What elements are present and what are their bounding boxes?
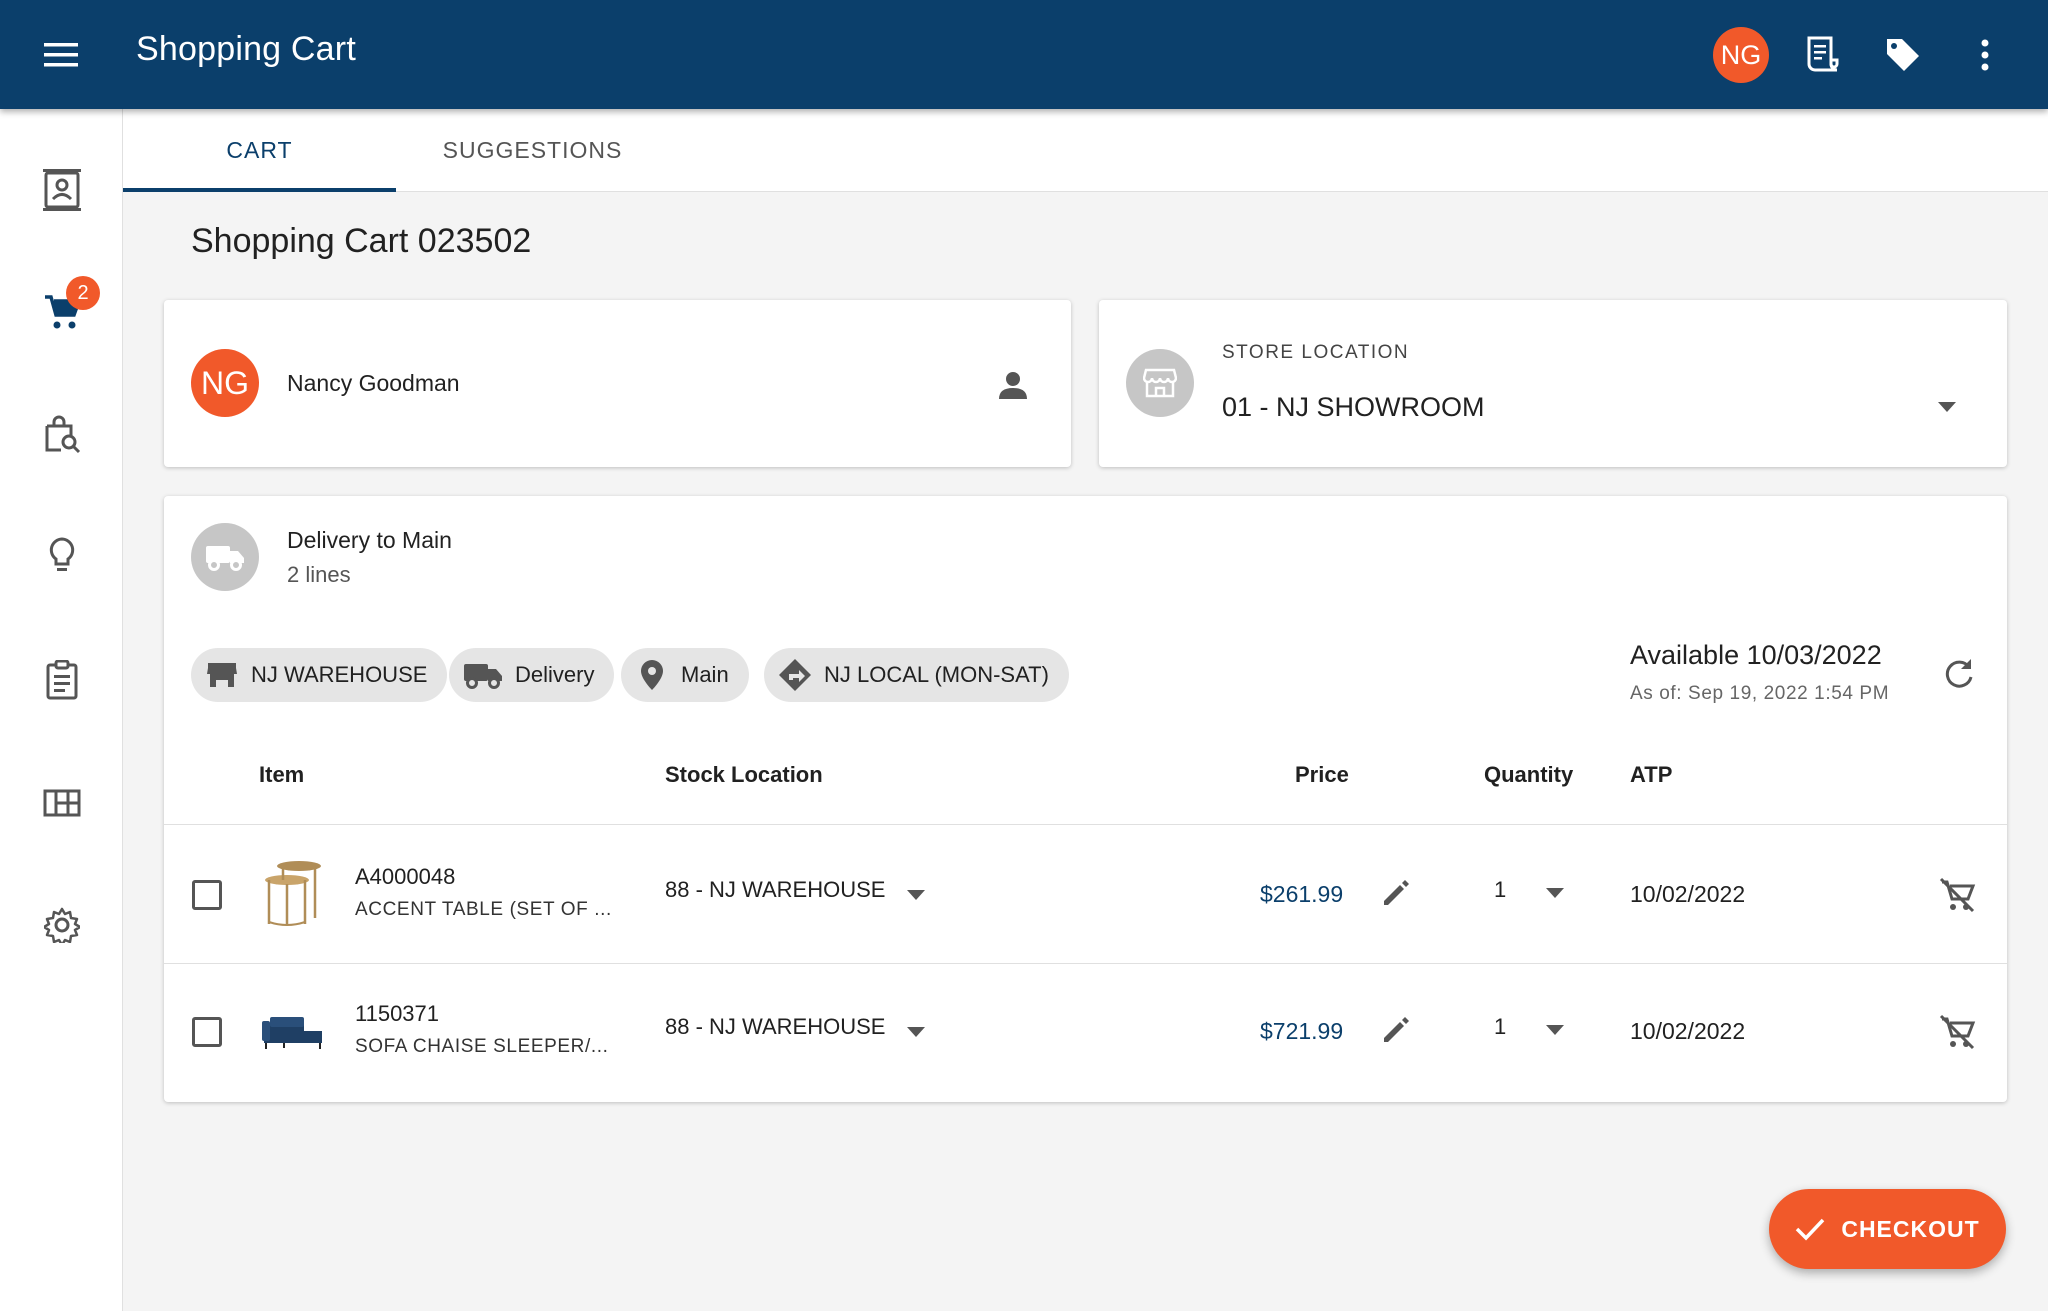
row-atp: 10/02/2022: [1630, 1018, 1746, 1044]
row-sku: A4000048: [355, 864, 456, 889]
delivery-title: Delivery to Main: [287, 527, 452, 553]
chip-main-label: Main: [681, 662, 729, 687]
chip-route-label: NJ LOCAL (MON-SAT): [824, 662, 1049, 687]
as-of-timestamp: As of: Sep 19, 2022 1:54 PM: [1630, 683, 1890, 704]
truck-icon: [191, 523, 259, 591]
contact-card-icon[interactable]: [36, 164, 88, 216]
delivery-lines: 2 lines: [287, 562, 351, 587]
row-atp: 10/02/2022: [1630, 881, 1746, 907]
remove-from-cart-icon[interactable]: [1937, 875, 1977, 915]
chip-warehouse[interactable]: NJ WAREHOUSE: [191, 648, 448, 702]
truck-icon: [463, 658, 503, 692]
chip-delivery[interactable]: Delivery: [449, 648, 615, 702]
nav-rail: 2: [0, 109, 123, 1311]
row-description: ACCENT TABLE (SET OF ...: [355, 899, 612, 920]
row-stock-location[interactable]: 88 - NJ WAREHOUSE: [665, 1014, 885, 1040]
tab-suggestions[interactable]: SUGGESTIONS: [396, 109, 669, 192]
warehouse-icon: [205, 658, 239, 692]
gear-icon[interactable]: [36, 899, 88, 951]
checkout-button[interactable]: CHECKOUT: [1769, 1189, 2006, 1269]
cart-badge: 2: [66, 276, 100, 310]
available-date: Available 10/03/2022: [1630, 640, 1882, 670]
cart-icon[interactable]: 2: [36, 276, 100, 338]
row-checkbox[interactable]: [192, 1017, 222, 1047]
customer-card[interactable]: NG Nancy Goodman: [164, 300, 1071, 467]
location-pin-icon: [635, 658, 669, 692]
app-bar: Shopping Cart NG: [0, 0, 2048, 109]
chevron-down-icon[interactable]: [904, 1020, 928, 1044]
customer-name: Nancy Goodman: [287, 370, 460, 396]
clipboard-icon[interactable]: [36, 654, 88, 706]
checkout-label: CHECKOUT: [1841, 1215, 1980, 1242]
row-description: SOFA CHAISE SLEEPER/...: [355, 1036, 609, 1057]
store-location-value: 01 - NJ SHOWROOM: [1222, 392, 1485, 422]
chip-route[interactable]: NJ LOCAL (MON-SAT): [764, 648, 1069, 702]
header-price: Price: [1295, 762, 1349, 787]
table-divider: [164, 824, 2007, 825]
app-title: Shopping Cart: [136, 30, 356, 68]
edit-pencil-icon[interactable]: [1379, 1013, 1413, 1047]
row-price[interactable]: $261.99: [1260, 881, 1343, 908]
sofa-image: [259, 1000, 327, 1062]
row-stock-location[interactable]: 88 - NJ WAREHOUSE: [665, 877, 885, 903]
row-checkbox[interactable]: [192, 880, 222, 910]
store-location-label: STORE LOCATION: [1222, 342, 1410, 363]
person-icon[interactable]: [995, 367, 1031, 403]
receipt-icon[interactable]: [1797, 30, 1847, 80]
accent-table-image: [259, 857, 327, 929]
chip-delivery-label: Delivery: [515, 662, 595, 687]
tab-cart[interactable]: CART: [123, 109, 396, 192]
more-vert-icon[interactable]: [1960, 30, 2010, 80]
page-title: Shopping Cart 023502: [191, 222, 532, 260]
header-stock-location: Stock Location: [665, 762, 823, 787]
menu-icon[interactable]: [40, 34, 82, 76]
remove-from-cart-icon[interactable]: [1937, 1012, 1977, 1052]
edit-pencil-icon[interactable]: [1379, 876, 1413, 910]
header-quantity: Quantity: [1484, 762, 1574, 787]
layout-grid-icon[interactable]: [36, 777, 88, 829]
refresh-icon[interactable]: [1941, 655, 1977, 691]
store-icon: [1126, 349, 1194, 417]
header-item: Item: [259, 762, 305, 787]
chevron-down-icon[interactable]: [1543, 881, 1567, 905]
row-divider: [164, 963, 2007, 964]
chip-main[interactable]: Main: [621, 648, 749, 702]
row-quantity[interactable]: 1: [1494, 1014, 1506, 1040]
directions-icon: [778, 658, 812, 692]
customer-avatar: NG: [191, 349, 259, 417]
delivery-card: [164, 496, 2007, 1102]
tab-bar: CART SUGGESTIONS: [123, 109, 2048, 192]
user-avatar[interactable]: NG: [1713, 27, 1769, 83]
row-sku: 1150371: [355, 1001, 440, 1026]
chevron-down-icon[interactable]: [1543, 1018, 1567, 1042]
check-icon: [1796, 1218, 1825, 1241]
lightbulb-icon[interactable]: [36, 530, 88, 582]
store-location-select[interactable]: STORE LOCATION 01 - NJ SHOWROOM: [1099, 300, 2007, 467]
row-quantity[interactable]: 1: [1494, 877, 1506, 903]
row-price[interactable]: $721.99: [1260, 1018, 1343, 1045]
header-atp: ATP: [1630, 762, 1673, 787]
chip-warehouse-label: NJ WAREHOUSE: [251, 662, 428, 687]
chevron-down-icon[interactable]: [1935, 395, 1959, 419]
chevron-down-icon[interactable]: [904, 883, 928, 907]
tag-icon[interactable]: [1878, 30, 1928, 80]
product-search-icon[interactable]: [36, 408, 88, 460]
